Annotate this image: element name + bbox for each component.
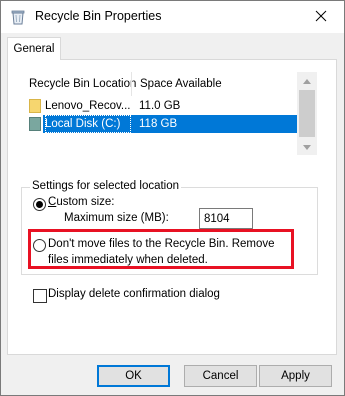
- window-title: Recycle Bin Properties: [35, 9, 162, 23]
- local-disk-icon: [29, 117, 41, 131]
- ok-button[interactable]: OK: [97, 365, 170, 387]
- confirm-delete-checkbox[interactable]: [33, 289, 47, 303]
- recycle-bin-properties-dialog: Recycle Bin Properties General Recycle B…: [0, 0, 345, 396]
- list-scrollbar[interactable]: [297, 72, 317, 155]
- folder-drive-icon: [29, 99, 41, 113]
- column-header-space[interactable]: Space Available: [131, 72, 297, 96]
- custom-size-label-text: ustom size:: [56, 196, 115, 208]
- cancel-button[interactable]: Cancel: [184, 365, 257, 387]
- scroll-down-button[interactable]: [297, 138, 317, 155]
- scroll-thumb[interactable]: [299, 90, 315, 137]
- scroll-up-button[interactable]: [297, 72, 317, 89]
- location-name: Lenovo_Recov...: [45, 100, 131, 112]
- recycle-bin-location-list[interactable]: Recycle Bin Location Space Available Len…: [21, 72, 317, 155]
- settings-group-label: Settings for selected location: [30, 180, 182, 192]
- close-button[interactable]: [298, 1, 344, 33]
- title-bar[interactable]: Recycle Bin Properties: [1, 1, 344, 33]
- list-item[interactable]: Local Disk (C:) 118 GB: [21, 115, 297, 133]
- tab-general[interactable]: General: [7, 37, 61, 60]
- close-icon: [315, 10, 327, 25]
- apply-button[interactable]: Apply: [259, 365, 332, 387]
- tab-general-label: General: [13, 43, 55, 55]
- list-item[interactable]: Lenovo_Recov... 11.0 GB: [21, 97, 297, 115]
- max-size-label-text: Maximum size (MB):: [64, 212, 169, 224]
- recycle-bin-icon: [11, 9, 25, 25]
- custom-size-radio[interactable]: [33, 198, 46, 211]
- location-space: 118 GB: [139, 118, 178, 130]
- location-space: 11.0 GB: [139, 100, 181, 112]
- chevron-down-icon: [303, 141, 311, 153]
- dont-move-files-radio[interactable]: [33, 239, 46, 252]
- custom-size-label[interactable]: Custom size:: [48, 196, 114, 208]
- column-header-location[interactable]: Recycle Bin Location: [21, 72, 136, 96]
- confirm-delete-label[interactable]: Display delete confirmation dialog: [48, 288, 220, 300]
- chevron-up-icon: [303, 75, 311, 87]
- max-size-input[interactable]: [199, 208, 253, 229]
- dont-move-files-label[interactable]: Don't move files to the Recycle Bin. Rem…: [48, 236, 288, 268]
- location-name: Local Disk (C:): [45, 115, 131, 133]
- max-size-label: Maximum size (MB):: [64, 212, 169, 224]
- list-header: Recycle Bin Location Space Available: [21, 72, 297, 96]
